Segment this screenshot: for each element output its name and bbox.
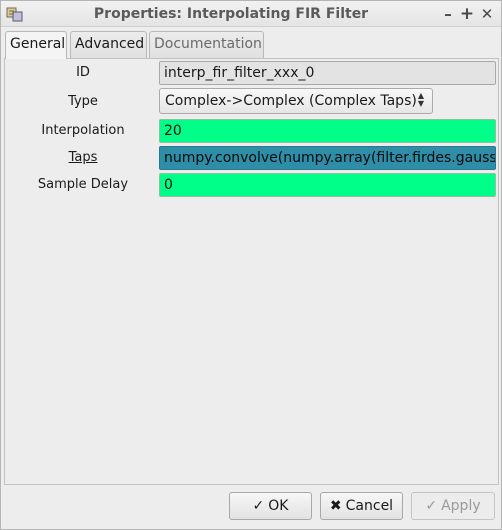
maximize-icon[interactable]: +: [458, 4, 476, 24]
check-icon: ✓: [252, 498, 265, 514]
title-bar: Properties: Interpolating FIR Filter – +…: [1, 1, 501, 27]
id-field[interactable]: interp_fir_filter_xxx_0: [159, 61, 496, 85]
sample-delay-label: Sample Delay: [37, 177, 129, 192]
cancel-button[interactable]: ✖ Cancel: [320, 492, 403, 520]
type-label: Type: [68, 94, 98, 109]
tab-advanced[interactable]: Advanced: [70, 31, 147, 58]
apply-button[interactable]: ✓ Apply: [411, 492, 495, 520]
close-icon[interactable]: ✕: [478, 4, 496, 24]
cancel-icon: ✖: [329, 498, 342, 514]
tab-documentation[interactable]: Documentation: [149, 31, 264, 58]
taps-field[interactable]: numpy.convolve(numpy.array(filter.firdes…: [159, 146, 496, 170]
taps-label: Taps: [68, 150, 98, 165]
apply-label: Apply: [441, 498, 481, 514]
minimize-icon[interactable]: –: [439, 4, 457, 24]
select-arrows-icon: ▲ ▼: [417, 91, 425, 108]
window-title: Properties: Interpolating FIR Filter: [93, 6, 369, 22]
interpolation-field[interactable]: 20: [159, 119, 496, 143]
tab-general[interactable]: General: [5, 31, 67, 59]
ok-button[interactable]: ✓ OK: [229, 492, 312, 520]
cancel-label: Cancel: [345, 498, 394, 514]
type-select-value: Complex->Complex (Complex Taps): [165, 93, 417, 109]
check-icon: ✓: [425, 498, 438, 514]
properties-dialog: Properties: Interpolating FIR Filter – +…: [0, 0, 502, 530]
sample-delay-field[interactable]: 0: [159, 173, 496, 197]
interpolation-label: Interpolation: [41, 123, 125, 138]
type-select[interactable]: Complex->Complex (Complex Taps) ▲ ▼: [159, 88, 433, 114]
id-label: ID: [76, 65, 90, 80]
ok-label: OK: [268, 498, 289, 514]
general-panel: ID interp_fir_filter_xxx_0 Type Complex-…: [4, 58, 499, 485]
